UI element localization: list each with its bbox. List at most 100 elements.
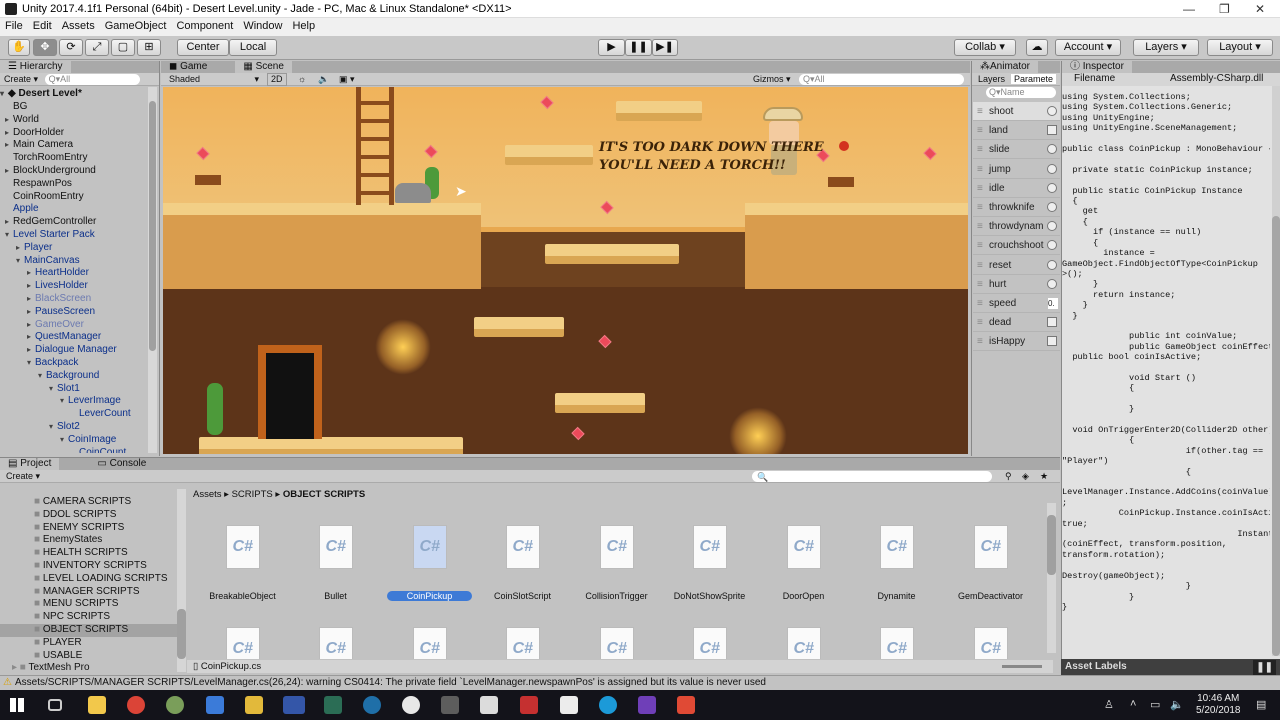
drag-handle-icon[interactable]: ≡ (977, 275, 983, 294)
drag-handle-icon[interactable]: ≡ (977, 102, 983, 121)
skype-icon[interactable] (599, 696, 617, 714)
scene-viewport[interactable]: IT'S TOO DARK DOWN THERE YOU'LL NEED A T… (163, 87, 968, 454)
drag-handle-icon[interactable]: ≡ (977, 160, 983, 179)
script-asset[interactable]: C# (475, 627, 570, 659)
scale-tool-button[interactable]: ⤢ (85, 39, 109, 56)
animator-parameter[interactable]: ≡ land (973, 121, 1060, 141)
rect-tool-button[interactable]: ▢ (111, 39, 135, 56)
rotate-tool-button[interactable]: ⟳ (59, 39, 83, 56)
icon-size-slider[interactable] (1002, 665, 1042, 668)
app-icon[interactable] (441, 696, 459, 714)
animator-parameter[interactable]: ≡ throwdynam (973, 217, 1060, 237)
move-tool-button[interactable]: ✥ (33, 39, 57, 56)
script-asset[interactable]: C# (662, 627, 757, 659)
project-folder[interactable]: ■ LEVEL LOADING SCRIPTS (0, 573, 177, 586)
script-asset[interactable]: C# (195, 627, 290, 659)
project-folder[interactable]: ■ MENU SCRIPTS (0, 598, 177, 611)
clock[interactable]: 10:46 AM 5/20/2018 (1196, 693, 1241, 717)
hierarchy-item[interactable]: ▸ Player (0, 242, 52, 255)
cloud-button[interactable]: ☁ (1026, 39, 1048, 56)
game-tab[interactable]: ◼ Game (161, 61, 215, 73)
favorite-icon[interactable]: ★ (1040, 470, 1048, 483)
animator-parameter[interactable]: ≡ reset (973, 256, 1060, 275)
project-folder[interactable]: ■ DDOL SCRIPTS (0, 509, 177, 522)
scene-search-input[interactable]: Q▾All (799, 74, 964, 85)
script-asset[interactable]: C# BreakableObject (195, 525, 290, 601)
menu-gameobject[interactable]: GameObject (100, 18, 172, 34)
script-asset[interactable]: C# (288, 627, 383, 659)
hierarchy-item[interactable]: LeverCount (0, 408, 131, 421)
hierarchy-item[interactable]: ▸ Dialogue Manager (0, 344, 117, 357)
trigger-radio[interactable] (1047, 202, 1057, 212)
itunes-icon[interactable] (402, 696, 420, 714)
maximize-icon[interactable]: ❐ (1219, 2, 1230, 16)
tray-up-icon[interactable]: ˄ (1130, 698, 1136, 710)
breadcrumb-object-scripts[interactable]: OBJECT SCRIPTS (283, 489, 365, 500)
account-dropdown[interactable]: Account ▾ (1055, 39, 1121, 56)
visual-studio-icon[interactable] (638, 696, 656, 714)
app-icon[interactable] (677, 696, 695, 714)
collab-dropdown[interactable]: Collab ▾ (954, 39, 1016, 56)
hierarchy-item[interactable]: ▸ LivesHolder (0, 280, 88, 293)
pivot-local-button[interactable]: Local (229, 39, 277, 56)
console-tab[interactable]: ▭ Console (89, 458, 154, 470)
script-asset[interactable]: C# (756, 627, 851, 659)
status-bar[interactable]: ⚠ Assets/SCRIPTS/MANAGER SCRIPTS/LevelMan… (0, 675, 1280, 690)
hierarchy-tab[interactable]: ☰ Hierarchy (0, 61, 71, 73)
breadcrumb-assets[interactable]: Assets (193, 489, 222, 500)
hierarchy-item[interactable]: ▾ Slot1 (0, 383, 80, 396)
breadcrumb-scripts[interactable]: SCRIPTS (232, 489, 273, 500)
hierarchy-item[interactable]: ▾ Background (0, 370, 99, 383)
inspector-scrollbar[interactable] (1272, 86, 1280, 656)
project-folder[interactable]: ■ EnemyStates (0, 534, 177, 547)
drag-handle-icon[interactable]: ≡ (977, 198, 983, 217)
script-asset[interactable]: C# DoorOpen (756, 525, 851, 601)
app-icon[interactable] (324, 696, 342, 714)
project-folder[interactable]: ▸ ■ TextMesh Pro (0, 662, 177, 674)
parameter-search-input[interactable]: Q▾Name (986, 87, 1056, 98)
gizmos-dropdown[interactable]: Gizmos ▾ (753, 73, 791, 86)
trigger-radio[interactable] (1047, 106, 1057, 116)
drag-handle-icon[interactable]: ≡ (977, 140, 983, 159)
hand-tool-button[interactable]: ✋ (8, 39, 30, 56)
hierarchy-item[interactable]: CoinRoomEntry (0, 191, 84, 204)
tray-volume-icon[interactable]: 🔈 (1170, 698, 1184, 711)
hierarchy-item[interactable]: ▸ QuestManager (0, 331, 101, 344)
animator-parameter[interactable]: ≡ hurt (973, 275, 1060, 294)
trigger-radio[interactable] (1047, 182, 1057, 193)
hierarchy-item[interactable]: ▾ MainCanvas (0, 255, 80, 268)
hierarchy-item[interactable]: ▸ Main Camera (0, 139, 73, 152)
project-create-button[interactable]: Create ▾ (0, 471, 46, 481)
parameter-value-field[interactable]: 0. (1048, 298, 1058, 309)
layers-subtab[interactable]: Layers (972, 74, 1011, 84)
preview-pause-icon[interactable]: ❚❚ (1253, 660, 1276, 676)
drag-handle-icon[interactable]: ≡ (977, 313, 983, 332)
hierarchy-item[interactable]: ▸ PauseScreen (0, 306, 95, 319)
script-asset[interactable]: C# (382, 627, 477, 659)
minimize-icon[interactable]: — (1183, 2, 1195, 16)
trigger-radio[interactable] (1047, 144, 1057, 155)
drag-handle-icon[interactable]: ≡ (977, 332, 983, 351)
animator-parameter[interactable]: ≡ shoot (973, 102, 1060, 121)
shield-icon[interactable] (206, 696, 224, 714)
lighting-toggle-icon[interactable]: ☼ (298, 73, 306, 86)
scene-root-row[interactable]: ▾ ◆ Desert Level* (0, 87, 147, 100)
hierarchy-item[interactable]: ▾ Backpack (0, 357, 78, 370)
windows-start-icon[interactable] (10, 698, 24, 712)
drag-handle-icon[interactable]: ≡ (977, 294, 983, 313)
trigger-radio[interactable] (1047, 259, 1057, 270)
bool-checkbox[interactable] (1047, 336, 1057, 347)
project-folder[interactable]: ■ HEALTH SCRIPTS (0, 547, 177, 560)
trigger-radio[interactable] (1047, 278, 1057, 289)
steam-icon[interactable] (363, 696, 381, 714)
play-button[interactable]: ▶ (598, 39, 625, 56)
2d-toggle[interactable]: 2D (267, 73, 287, 86)
task-view-icon[interactable] (48, 699, 62, 711)
folder-tree-scrollbar[interactable] (177, 489, 186, 672)
hierarchy-item[interactable]: ▾ LeverImage (0, 395, 121, 408)
hierarchy-item[interactable]: ▸ GameOver (0, 319, 84, 332)
animator-parameter[interactable]: ≡ crouchshoot (973, 236, 1060, 256)
trigger-radio[interactable] (1047, 221, 1057, 232)
parameters-subtab[interactable]: Paramete (1011, 74, 1057, 84)
script-asset[interactable]: C# GemDeactivator (943, 525, 1038, 601)
